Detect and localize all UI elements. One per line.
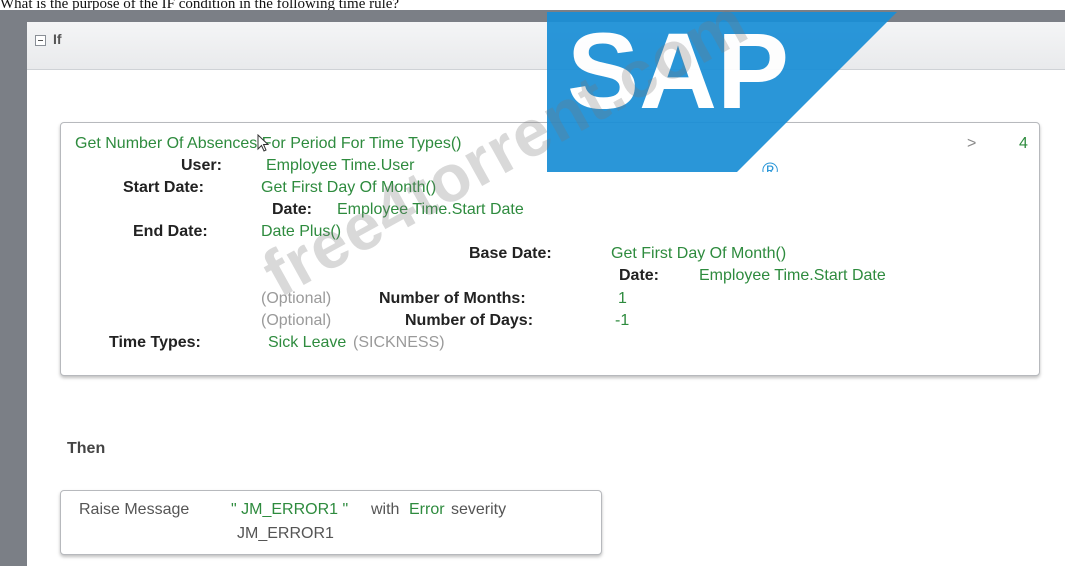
collapse-toggle-icon[interactable] xyxy=(35,35,46,46)
start-date-label: Start Date: xyxy=(123,179,204,196)
days-value[interactable]: -1 xyxy=(615,312,629,330)
base-date-value[interactable]: Get First Day Of Month() xyxy=(611,245,786,263)
time-types-code: (SICKNESS) xyxy=(353,334,445,351)
comparison-operator[interactable]: > xyxy=(967,135,976,153)
severity-word: severity xyxy=(451,501,507,518)
then-label: Then xyxy=(67,440,106,457)
days-label: Number of Days: xyxy=(405,312,534,329)
then-action-box[interactable]: Raise Message " JM_ERROR1 " with Error s… xyxy=(60,490,602,555)
base-date-sub-label: Date: xyxy=(619,267,660,284)
message-id: JM_ERROR1 xyxy=(237,525,334,542)
comparison-value[interactable]: 4 xyxy=(1019,135,1028,153)
if-label: If xyxy=(53,31,62,47)
if-section-header: If xyxy=(27,22,1065,70)
raise-message-label: Raise Message xyxy=(79,501,190,518)
mouse-cursor-icon xyxy=(257,134,269,152)
with-word: with xyxy=(371,501,400,518)
severity-value[interactable]: Error xyxy=(409,501,445,519)
time-types-label: Time Types: xyxy=(109,334,201,351)
user-label: User: xyxy=(181,157,222,174)
base-date-sub-value[interactable]: Employee Time.Start Date xyxy=(699,267,886,285)
message-name[interactable]: " JM_ERROR1 " xyxy=(231,501,348,519)
months-label: Number of Months: xyxy=(379,290,526,307)
end-date-label: End Date: xyxy=(133,223,208,240)
optional-tag-days: (Optional) xyxy=(261,312,332,329)
months-value[interactable]: 1 xyxy=(618,290,627,308)
base-date-label: Base Date: xyxy=(469,245,552,262)
time-types-value[interactable]: Sick Leave xyxy=(268,334,346,352)
svg-text:®: ® xyxy=(762,158,778,172)
